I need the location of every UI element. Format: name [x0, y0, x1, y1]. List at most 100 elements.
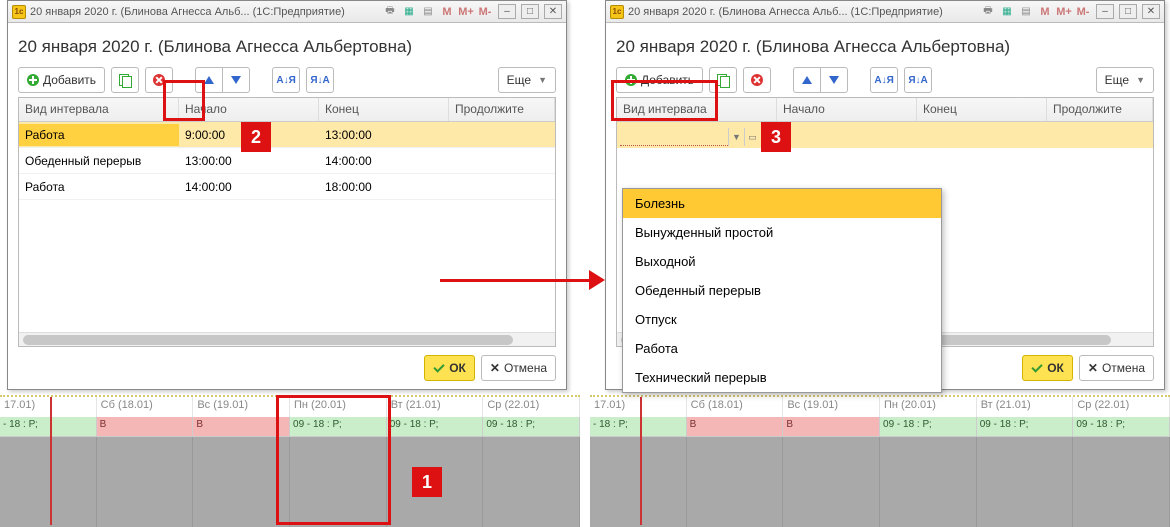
interval-type-input[interactable]	[620, 128, 728, 146]
calendar-icon[interactable]: ▤	[1018, 4, 1034, 20]
cancel-button[interactable]: ✕ Отмена	[481, 355, 556, 381]
delete-button[interactable]	[145, 67, 173, 93]
close-button[interactable]: ✕	[544, 4, 562, 19]
memory-m-button[interactable]: M	[1037, 4, 1053, 20]
day-cell[interactable]: В	[97, 417, 194, 437]
memory-mminus-button[interactable]: M-	[1075, 4, 1091, 20]
day-body-cell[interactable]	[483, 437, 580, 527]
dropdown-option[interactable]: Болезнь	[623, 189, 941, 218]
callout-2: 2	[241, 122, 271, 152]
col-end[interactable]: Конец	[319, 98, 449, 121]
sort-asc-button[interactable]: А↓Я	[870, 67, 898, 93]
day-cell[interactable]: - 18 : Р;	[590, 417, 687, 437]
day-body-cell[interactable]	[1073, 437, 1170, 527]
delete-button[interactable]	[743, 67, 771, 93]
day-cell[interactable]: В	[783, 417, 880, 437]
more-button[interactable]: Еще ▼	[498, 67, 556, 93]
day-cell[interactable]: 09 - 18 : Р;	[290, 417, 387, 437]
day-cell[interactable]: В	[193, 417, 290, 437]
sort-desc-button[interactable]: Я↓А	[306, 67, 334, 93]
dropdown-option[interactable]: Вынужденный простой	[623, 218, 941, 247]
ok-button[interactable]: ОК	[424, 355, 475, 381]
col-duration[interactable]: Продолжите	[449, 98, 555, 121]
col-end[interactable]: Конец	[917, 98, 1047, 121]
memory-m-button[interactable]: M	[439, 4, 455, 20]
table-row[interactable]: Работа9:00:0013:00:00	[19, 122, 555, 148]
cell-type: Работа	[19, 176, 179, 198]
timeline-right: 17.01)Сб (18.01)Вс (19.01)Пн (20.01)Вт (…	[590, 395, 1170, 525]
move-up-button[interactable]	[793, 67, 821, 93]
day-body-cell[interactable]	[97, 437, 194, 527]
scrollbar-thumb[interactable]	[23, 335, 513, 345]
dropdown-option[interactable]: Выходной	[623, 247, 941, 276]
memory-mminus-button[interactable]: M-	[477, 4, 493, 20]
cancel-label: Отмена	[504, 361, 547, 375]
col-start[interactable]: Начало	[777, 98, 917, 121]
day-cell[interactable]: - 18 : Р;	[0, 417, 97, 437]
hscrollbar[interactable]	[19, 332, 555, 346]
memory-mplus-button[interactable]: M+	[1056, 4, 1072, 20]
calendar-icon[interactable]: ▤	[420, 4, 436, 20]
minimize-button[interactable]: –	[1096, 4, 1114, 19]
dropdown-option[interactable]: Работа	[623, 334, 941, 363]
add-button[interactable]: Добавить	[616, 67, 703, 93]
close-button[interactable]: ✕	[1142, 4, 1160, 19]
day-header: Пн (20.01)	[290, 397, 387, 417]
table-row[interactable]: Обеденный перерыв13:00:0014:00:00	[19, 148, 555, 174]
sort-desc-button[interactable]: Я↓А	[904, 67, 932, 93]
sort-asc-button[interactable]: А↓Я	[272, 67, 300, 93]
day-body-cell[interactable]	[977, 437, 1074, 527]
copy-button[interactable]	[111, 67, 139, 93]
col-duration[interactable]: Продолжите	[1047, 98, 1153, 121]
print-icon[interactable]: 🖶	[382, 4, 398, 20]
dropdown-option[interactable]: Обеденный перерыв	[623, 276, 941, 305]
interval-type-dropdown[interactable]: БолезньВынужденный простойВыходнойОбеден…	[622, 188, 942, 393]
dropdown-option[interactable]: Технический перерыв	[623, 363, 941, 392]
day-body-cell[interactable]	[687, 437, 784, 527]
day-header: Ср (22.01)	[483, 397, 580, 417]
sort-az-icon: А↓Я	[276, 75, 295, 86]
day-body-cell[interactable]	[193, 437, 290, 527]
day-cell[interactable]: 09 - 18 : Р;	[483, 417, 580, 437]
day-cell[interactable]: 09 - 18 : Р;	[387, 417, 484, 437]
calc-icon[interactable]: ▦	[999, 4, 1015, 20]
day-header: Вс (19.01)	[193, 397, 290, 417]
maximize-button[interactable]: □	[521, 4, 539, 19]
day-body-cell[interactable]	[783, 437, 880, 527]
minimize-button[interactable]: –	[498, 4, 516, 19]
move-down-button[interactable]	[820, 67, 848, 93]
dropdown-toggle[interactable]: ▼	[728, 128, 744, 146]
day-cell[interactable]: В	[687, 417, 784, 437]
cancel-label: Отмена	[1102, 361, 1145, 375]
calc-icon[interactable]: ▦	[401, 4, 417, 20]
cell-end: 13:00:00	[319, 124, 449, 146]
day-cell[interactable]: 09 - 18 : Р;	[880, 417, 977, 437]
memory-mplus-button[interactable]: M+	[458, 4, 474, 20]
move-down-button[interactable]	[222, 67, 250, 93]
day-body-cell[interactable]	[880, 437, 977, 527]
callout-3: 3	[761, 122, 791, 152]
day-cell[interactable]: 09 - 18 : Р;	[1073, 417, 1170, 437]
day-body-cell[interactable]	[0, 437, 97, 527]
maximize-button[interactable]: □	[1119, 4, 1137, 19]
day-body-cell[interactable]	[590, 437, 687, 527]
dropdown-option[interactable]: Отпуск	[623, 305, 941, 334]
copy-button[interactable]	[709, 67, 737, 93]
timeline-left: 17.01)Сб (18.01)Вс (19.01)Пн (20.01)Вт (…	[0, 395, 580, 525]
chevron-down-icon: ▼	[1136, 75, 1145, 85]
day-body-cell[interactable]	[290, 437, 387, 527]
cancel-button[interactable]: ✕ Отмена	[1079, 355, 1154, 381]
open-ref-button[interactable]: ▭	[744, 128, 760, 146]
ok-button[interactable]: ОК	[1022, 355, 1073, 381]
more-button[interactable]: Еще ▼	[1096, 67, 1154, 93]
day-header: Вт (21.01)	[387, 397, 484, 417]
day-header: Сб (18.01)	[97, 397, 194, 417]
day-cell[interactable]: 09 - 18 : Р;	[977, 417, 1074, 437]
print-icon[interactable]: 🖶	[980, 4, 996, 20]
col-type[interactable]: Вид интервала	[19, 98, 179, 121]
add-button[interactable]: Добавить	[18, 67, 105, 93]
table-row[interactable]: Работа14:00:0018:00:00	[19, 174, 555, 200]
move-up-button[interactable]	[195, 67, 223, 93]
col-type[interactable]: Вид интервала	[617, 98, 777, 121]
col-start[interactable]: Начало	[179, 98, 319, 121]
